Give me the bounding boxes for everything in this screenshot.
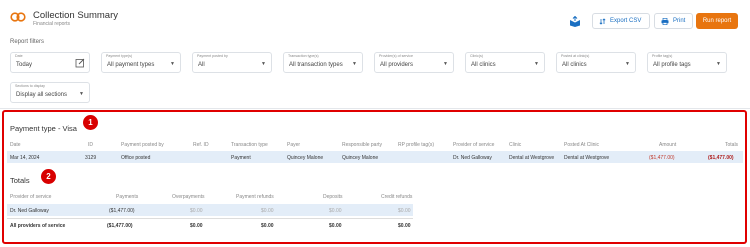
- column-header: Date: [10, 142, 21, 148]
- providers-select[interactable]: Provider(s) of service All providers ▼: [374, 52, 454, 73]
- totals-cell-credit-refunds: $0.00: [398, 208, 411, 214]
- annotation-badge-2: 2: [41, 169, 56, 184]
- chevron-down-icon: ▼: [170, 61, 175, 67]
- chevron-down-icon: ▼: [625, 61, 630, 67]
- download-icon: [599, 17, 606, 25]
- cell-amount: ($1,477.00): [649, 155, 675, 161]
- cell-date: Mar 14, 2024: [10, 155, 40, 161]
- print-label: Print: [673, 18, 686, 24]
- payment-types-select[interactable]: Payment type(s) All payment types ▼: [101, 52, 181, 73]
- table-row[interactable]: [7, 204, 413, 216]
- cell-provider: Dr. Ned Galloway: [453, 155, 492, 161]
- chevron-down-icon: ▼: [261, 61, 266, 67]
- cell-payer: Quincey Malone: [287, 155, 324, 161]
- edit-icon: [75, 58, 85, 68]
- totals-cell-payments: ($1,477.00): [109, 208, 135, 214]
- column-header: Provider of service: [10, 194, 52, 200]
- column-header: Payer: [287, 142, 301, 148]
- share-box-icon: [570, 15, 580, 27]
- profile-tags-label: Profile tag(s): [652, 54, 673, 58]
- chevron-down-icon: ▼: [352, 61, 357, 67]
- cell-posted-by: Office posted: [121, 155, 151, 161]
- payment-posted-by-value: All: [198, 62, 205, 68]
- column-header: Totals: [725, 142, 739, 148]
- run-report-button[interactable]: Run report: [696, 13, 738, 29]
- date-filter[interactable]: Date Today: [10, 52, 90, 73]
- column-header: Responsible party: [342, 142, 383, 148]
- chevron-down-icon: ▼: [716, 61, 721, 67]
- totals-cell-overpayments: $0.00: [190, 208, 203, 214]
- divider: [7, 218, 413, 219]
- export-csv-label: Export CSV: [610, 18, 642, 24]
- posted-at-clinics-label: Posted at clinic(s): [561, 54, 590, 58]
- column-header: Ref. ID: [193, 142, 209, 148]
- share-button[interactable]: [562, 14, 588, 28]
- cell-responsible-party: Quincey Malone: [342, 155, 379, 161]
- totals-footer-payments: ($1,477.00): [107, 223, 133, 229]
- payment-posted-by-label: Payment posted by: [197, 54, 228, 58]
- cell-id: 3129: [85, 155, 97, 161]
- column-header: ID: [88, 142, 93, 148]
- totals-footer-credit-refunds: $0.00: [398, 223, 411, 229]
- totals-footer-overpayments: $0.00: [190, 223, 203, 229]
- collection-summary-page: Collection Summary Financial reports Exp…: [0, 0, 750, 247]
- cell-total: ($1,477.00): [708, 155, 734, 161]
- transaction-types-label: Transaction type(s): [288, 54, 319, 58]
- totals-footer-deposits: $0.00: [329, 223, 342, 229]
- cell-transaction-type: Payment: [231, 155, 251, 161]
- page-subtitle: Financial reports: [33, 21, 70, 27]
- print-button[interactable]: Print: [654, 13, 693, 29]
- column-header: Payments: [116, 194, 139, 200]
- clinics-select[interactable]: Clinic(s) All clinics ▼: [465, 52, 545, 73]
- clinics-value: All clinics: [471, 62, 496, 68]
- column-header: Amount: [659, 142, 677, 148]
- payment-posted-by-select[interactable]: Payment posted by All ▼: [192, 52, 272, 73]
- column-header: Credit refunds: [381, 194, 413, 200]
- column-header: Clinic: [509, 142, 522, 148]
- column-header: Provider of service: [453, 142, 495, 148]
- cell-posted-at-clinic: Dental at Westgrove: [564, 155, 610, 161]
- date-filter-value: Today: [16, 62, 33, 68]
- payment-section-title: Payment type - Visa: [10, 124, 77, 133]
- annotation-badge-1: 1: [83, 115, 98, 130]
- app-logo-icon: [10, 12, 26, 22]
- date-filter-label: Date: [15, 54, 23, 58]
- report-filters-heading: Report filters: [10, 39, 45, 45]
- column-header: Overpayments: [172, 194, 205, 200]
- sections-label: Sections to display: [15, 84, 45, 88]
- totals-footer-payment-refunds: $0.00: [261, 223, 274, 229]
- cell-clinic: Dental at Westgrove: [509, 155, 555, 161]
- payment-types-label: Payment type(s): [106, 54, 133, 58]
- export-csv-button[interactable]: Export CSV: [592, 13, 650, 29]
- posted-at-clinics-value: All clinics: [562, 62, 587, 68]
- sections-select[interactable]: Sections to display Display all sections…: [10, 82, 90, 103]
- sections-value: Display all sections: [16, 92, 68, 98]
- column-header: Deposits: [323, 194, 343, 200]
- totals-cell-provider: Dr. Ned Galloway: [10, 208, 49, 214]
- column-header: Posted At Clinic: [564, 142, 600, 148]
- posted-at-clinics-select[interactable]: Posted at clinic(s) All clinics ▼: [556, 52, 636, 73]
- totals-cell-payment-refunds: $0.00: [261, 208, 274, 214]
- totals-section-title: Totals: [10, 176, 30, 185]
- column-header: RP profile tag(s): [398, 142, 435, 148]
- profile-tags-value: All profile tags: [653, 62, 691, 68]
- providers-value: All providers: [380, 62, 414, 68]
- column-header: Payment refunds: [236, 194, 274, 200]
- chevron-down-icon: ▼: [443, 61, 448, 67]
- chevron-down-icon: ▼: [79, 91, 84, 97]
- providers-label: Provider(s) of service: [379, 54, 413, 58]
- totals-footer-provider: All providers of service: [10, 223, 66, 229]
- transaction-types-select[interactable]: Transaction type(s) All transaction type…: [283, 52, 363, 73]
- profile-tags-select[interactable]: Profile tag(s) All profile tags ▼: [647, 52, 727, 73]
- divider: [0, 108, 750, 109]
- column-header: Transaction type: [231, 142, 268, 148]
- printer-icon: [661, 17, 669, 25]
- totals-cell-deposits: $0.00: [329, 208, 342, 214]
- payment-types-value: All payment types: [107, 62, 155, 68]
- page-title: Collection Summary: [33, 10, 118, 21]
- column-header: Payment posted by: [121, 142, 164, 148]
- chevron-down-icon: ▼: [534, 61, 539, 67]
- clinics-label: Clinic(s): [470, 54, 483, 58]
- transaction-types-value: All transaction types: [289, 62, 343, 68]
